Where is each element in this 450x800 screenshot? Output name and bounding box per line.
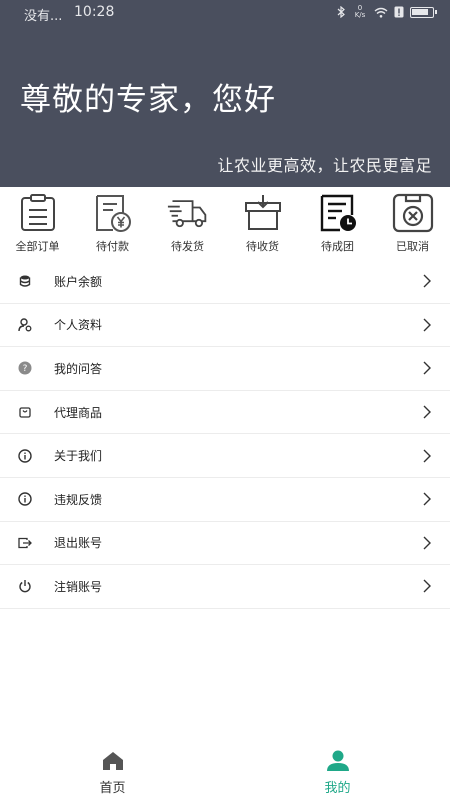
network-speed-text: 0 K/s xyxy=(354,4,366,19)
menu-item-label: 注销账号 xyxy=(54,579,103,594)
logout-icon xyxy=(18,536,32,550)
clock-time: 10:28 xyxy=(74,4,115,20)
chevron-right-icon xyxy=(423,318,431,332)
order-pending-shipment-button[interactable]: 待发货 xyxy=(150,192,225,258)
order-cancelled-label: 已取消 xyxy=(396,240,429,253)
bluetooth-icon xyxy=(337,6,346,18)
info-icon xyxy=(18,448,32,463)
bottom-tab-bar: 首页 我的 xyxy=(0,744,450,800)
settings-menu: 账户余额 个人资料 ? 我的问答 代理商品 关于我们 违规反馈 退出账号 注销账… xyxy=(0,260,450,609)
menu-item-profile[interactable]: 个人资料 xyxy=(0,304,450,348)
delivery-truck-icon xyxy=(167,192,209,234)
menu-item-label: 我的问答 xyxy=(54,361,103,376)
clipboard-icon xyxy=(17,192,59,234)
chevron-right-icon xyxy=(423,405,431,419)
document-clock-icon xyxy=(317,192,359,234)
order-pending-receipt-label: 待收货 xyxy=(246,240,279,253)
menu-item-agent-products[interactable]: 代理商品 xyxy=(0,391,450,435)
menu-item-about-us[interactable]: 关于我们 xyxy=(0,434,450,478)
order-pending-payment-label: 待付款 xyxy=(96,240,129,253)
status-bar: 没有... 10:28 0 K/s xyxy=(0,0,450,26)
order-pending-payment-button[interactable]: 待付款 xyxy=(75,192,150,258)
order-cancelled-button[interactable]: 已取消 xyxy=(375,192,450,258)
power-icon xyxy=(18,579,32,593)
yen-receipt-icon xyxy=(92,192,134,234)
svg-text:?: ? xyxy=(23,365,28,375)
chevron-right-icon xyxy=(423,274,431,288)
order-pending-receipt-button[interactable]: 待收货 xyxy=(225,192,300,258)
user-settings-icon xyxy=(18,318,32,332)
order-pending-group-button[interactable]: 待成团 xyxy=(300,192,375,258)
menu-item-violation-feedback[interactable]: 违规反馈 xyxy=(0,478,450,522)
order-pending-shipment-label: 待发货 xyxy=(171,240,204,253)
order-pending-group-label: 待成团 xyxy=(321,240,354,253)
alert-icon xyxy=(394,6,404,18)
menu-item-label: 代理商品 xyxy=(54,405,103,420)
menu-item-label: 个人资料 xyxy=(54,318,103,333)
chevron-right-icon xyxy=(423,361,431,375)
home-icon xyxy=(101,750,125,772)
chevron-right-icon xyxy=(423,492,431,506)
menu-item-account-balance[interactable]: 账户余额 xyxy=(0,260,450,304)
menu-item-label: 退出账号 xyxy=(54,536,103,551)
question-circle-icon: ? xyxy=(18,361,32,375)
menu-item-my-qa[interactable]: ? 我的问答 xyxy=(0,347,450,391)
slogan-text: 让农业更高效，让农民更富足 xyxy=(217,156,432,175)
menu-item-label: 账户余额 xyxy=(54,274,103,289)
tab-home-label: 首页 xyxy=(99,781,126,796)
chevron-right-icon xyxy=(423,579,431,593)
status-icons: 0 K/s xyxy=(337,4,437,19)
menu-item-delete-account[interactable]: 注销账号 xyxy=(0,565,450,609)
greeting-title: 尊敬的专家，您好 xyxy=(20,82,276,118)
menu-item-label: 违规反馈 xyxy=(54,492,103,507)
chevron-right-icon xyxy=(423,536,431,550)
menu-item-label: 关于我们 xyxy=(54,449,103,464)
database-coins-icon xyxy=(18,274,32,288)
info-icon xyxy=(18,492,32,506)
carrier-text: 没有... xyxy=(24,9,63,24)
tab-home[interactable]: 首页 xyxy=(0,744,225,800)
tab-mine[interactable]: 我的 xyxy=(225,744,450,800)
tab-mine-label: 我的 xyxy=(324,781,351,796)
wifi-icon xyxy=(374,7,388,18)
order-status-row: 全部订单 待付款 待发货 待收货 待成团 已取消 xyxy=(0,192,450,258)
user-icon xyxy=(326,750,350,772)
order-all-button[interactable]: 全部订单 xyxy=(0,192,75,258)
chevron-right-icon xyxy=(423,449,431,463)
cancel-x-icon xyxy=(392,192,434,234)
profile-header: 没有... 10:28 0 K/s 尊敬的专家，您好 让农业更高效，让农民更富足 xyxy=(0,0,450,187)
menu-item-logout[interactable]: 退出账号 xyxy=(0,522,450,566)
shopping-bag-icon xyxy=(18,405,32,419)
order-all-label: 全部订单 xyxy=(15,240,60,253)
battery-icon xyxy=(410,6,437,18)
package-box-icon xyxy=(242,192,284,234)
